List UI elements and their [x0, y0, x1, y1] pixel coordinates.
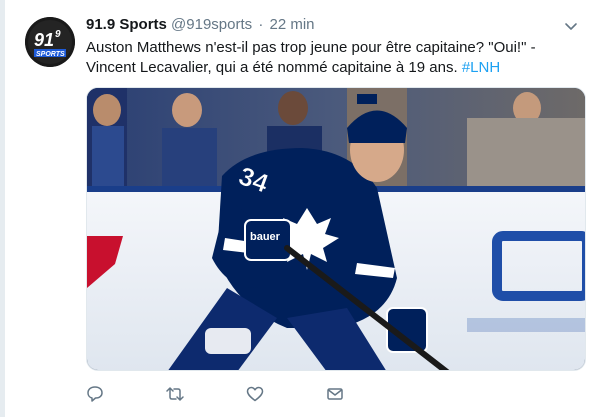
like-button[interactable] [246, 384, 326, 408]
retweet-button[interactable] [166, 384, 246, 408]
media-photo[interactable]: 34 bauer [86, 87, 586, 371]
brand-logo: 91 9 SPORTS [25, 17, 75, 67]
reply-icon [86, 385, 104, 408]
hockey-photo: 34 bauer [87, 88, 585, 370]
logo-word: SPORTS [36, 51, 65, 58]
timestamp[interactable]: 22 min [270, 16, 315, 33]
chevron-down-icon[interactable] [563, 18, 579, 34]
direct-message-icon [326, 385, 344, 408]
direct-message-button[interactable] [326, 384, 406, 408]
user-handle[interactable]: @919sports [171, 16, 252, 33]
like-icon [246, 385, 264, 408]
logo-superscript: 9 [55, 29, 61, 40]
avatar[interactable]: 91 9 SPORTS [25, 17, 75, 67]
glove-brand: bauer [250, 231, 281, 243]
reply-button[interactable] [86, 384, 166, 408]
tweet-card[interactable]: 91 9 SPORTS 91.9 Sports @919sports · 22 … [5, 0, 599, 417]
separator-dot: · [258, 16, 264, 33]
tweet-text: Auston Matthews n'est-il pas trop jeune … [86, 38, 586, 78]
tweet-actions [86, 384, 406, 408]
tweet-header: 91.9 Sports @919sports · 22 min [86, 16, 579, 36]
logo-number: 91 [34, 30, 54, 50]
hashtag-link[interactable]: #LNH [462, 59, 500, 76]
retweet-icon [166, 385, 184, 408]
display-name[interactable]: 91.9 Sports [86, 16, 167, 33]
